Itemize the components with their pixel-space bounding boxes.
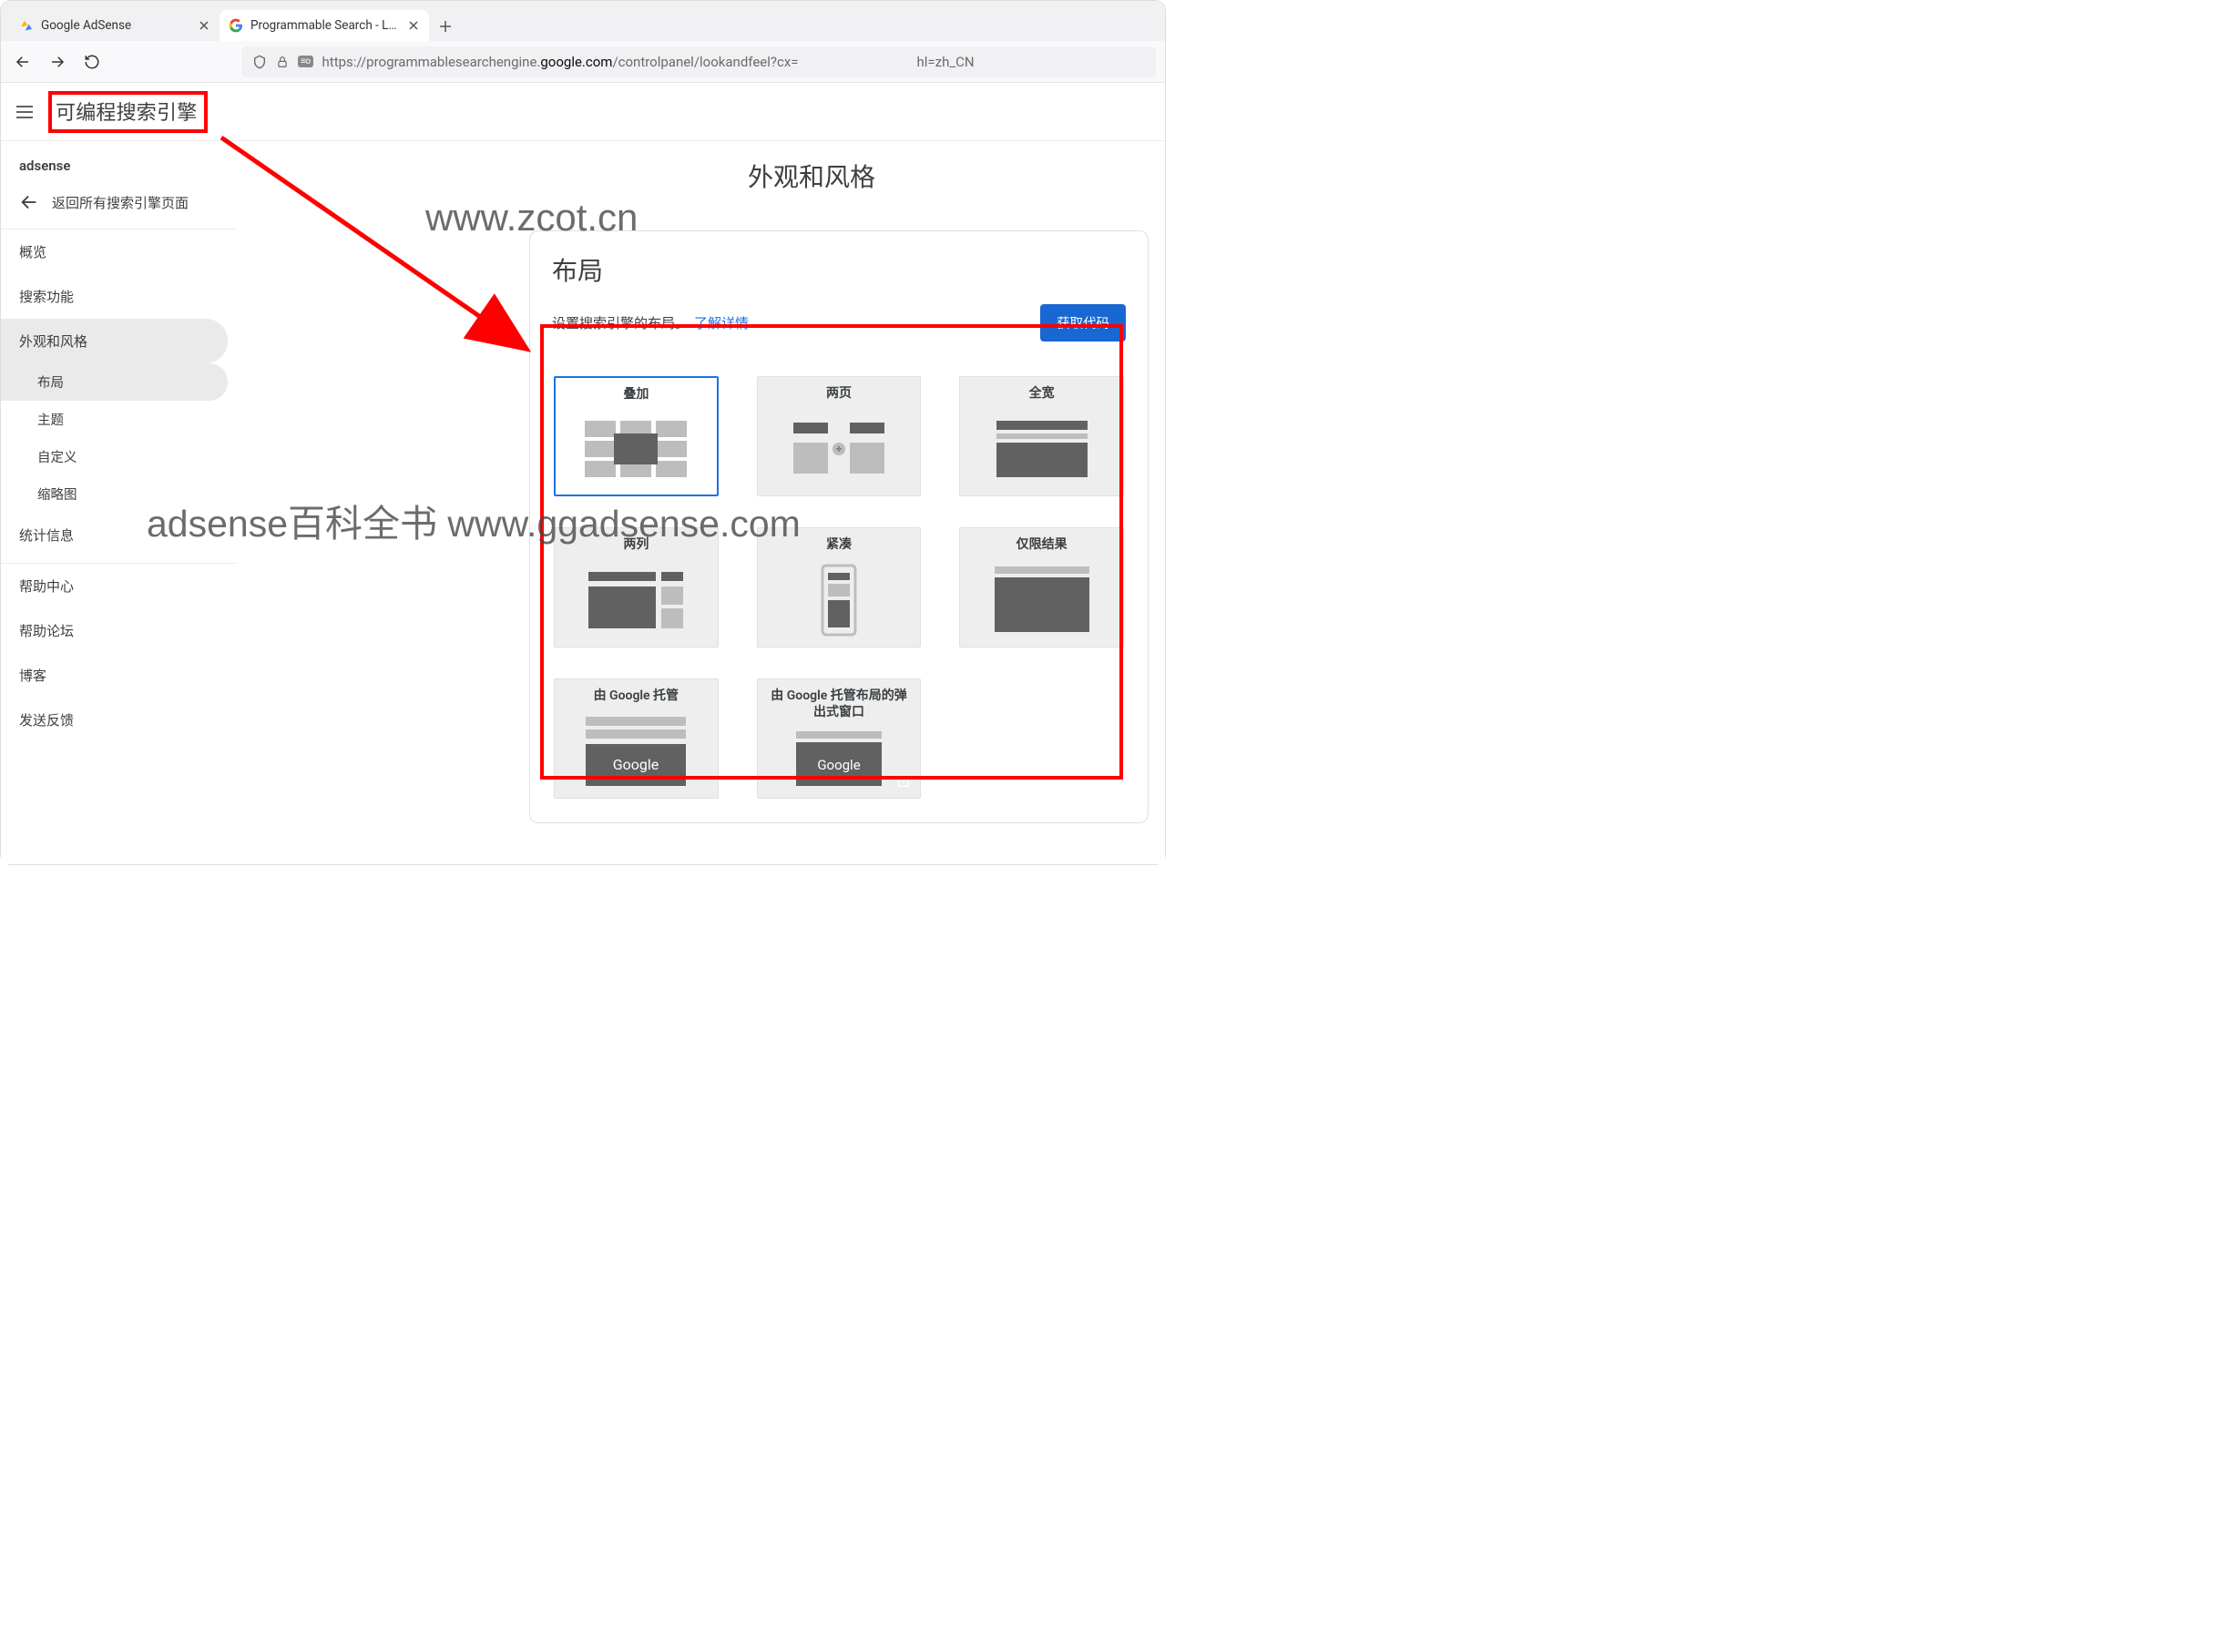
permission-badge-icon: ≡o	[298, 56, 313, 67]
layout-thumb-icon	[567, 411, 706, 488]
svg-text:Google: Google	[817, 757, 860, 773]
layout-option-compact[interactable]: 紧凑	[757, 527, 922, 648]
sidebar-item-help-forum[interactable]: 帮助论坛	[1, 608, 228, 653]
section-title: 布局	[552, 251, 1126, 288]
app-title: 可编程搜索引擎	[56, 102, 197, 125]
sidebar-sub-thumbnail[interactable]: 缩略图	[1, 475, 228, 513]
sidebar-sub-customize[interactable]: 自定义	[1, 438, 228, 475]
sidebar-item-blog[interactable]: 博客	[1, 653, 228, 698]
new-tab-button[interactable]	[433, 14, 458, 39]
section-description: 设置搜索引擎的布局。了解详情	[552, 313, 749, 332]
browser-toolbar: ≡o https://programmablesearchengine.goog…	[1, 41, 1165, 83]
layout-option-label: 两页	[826, 386, 852, 403]
layout-option-two-column[interactable]: 两列	[554, 527, 719, 648]
layout-option-label: 叠加	[623, 387, 649, 403]
get-code-button[interactable]: 获取代码	[1040, 304, 1126, 342]
layout-option-label: 紧凑	[826, 537, 852, 554]
sidebar-back-link[interactable]: 返回所有搜索引擎页面	[1, 183, 237, 229]
sidebar-item-help-center[interactable]: 帮助中心	[1, 564, 228, 608]
tab-close-icon[interactable]	[407, 19, 420, 32]
sidebar-item-search-features[interactable]: 搜索功能	[1, 274, 228, 319]
sidebar-item-stats[interactable]: 统计信息	[1, 513, 228, 557]
browser-tab-strip: Google AdSense Programmable Search - Loo	[1, 1, 1165, 41]
nav-reload-button[interactable]	[79, 49, 105, 75]
layout-option-label: 由 Google 托管布局的弹出式窗口	[769, 688, 910, 720]
popout-icon	[896, 774, 911, 789]
tab-title: Google AdSense	[41, 18, 190, 33]
sidebar-item-look-and-feel[interactable]: 外观和风格	[1, 319, 228, 363]
page-content-area: 可编程搜索引擎 adsense 返回所有搜索引擎页面 概览 搜索功能 外观和风格…	[1, 83, 1165, 864]
tab-title: Programmable Search - Loo	[250, 18, 400, 33]
shield-icon	[252, 55, 267, 69]
annotation-highlight-box: 可编程搜索引擎	[48, 91, 208, 133]
browser-tab-pse[interactable]: Programmable Search - Loo	[220, 10, 429, 41]
layout-thumb-icon: Google	[769, 728, 910, 790]
layout-option-label: 由 Google 托管	[594, 688, 679, 705]
sidebar-item-feedback[interactable]: 发送反馈	[1, 698, 228, 742]
app-header: 可编程搜索引擎	[1, 83, 1165, 141]
layout-thumb-icon	[566, 561, 707, 640]
url-bar[interactable]: ≡o https://programmablesearchengine.goog…	[241, 46, 1156, 77]
layout-option-two-page[interactable]: 两页	[757, 376, 922, 496]
sidebar: adsense 返回所有搜索引擎页面 概览 搜索功能 外观和风格 布局 主题 自…	[1, 141, 238, 864]
sidebar-sub-layout[interactable]: 布局	[1, 363, 228, 401]
layout-card-section: 布局 设置搜索引擎的布局。了解详情 获取代码 叠加	[529, 230, 1149, 823]
layout-thumb-icon	[769, 410, 910, 489]
learn-more-link[interactable]: 了解详情	[694, 315, 749, 331]
layout-option-overlay[interactable]: 叠加	[554, 376, 719, 496]
layout-thumb-icon: Google	[566, 712, 707, 791]
svg-text:Google: Google	[613, 756, 659, 773]
nav-forward-button[interactable]	[45, 49, 70, 75]
layout-option-label: 全宽	[1029, 386, 1055, 403]
layout-thumb-icon	[971, 410, 1112, 489]
layout-option-label: 仅限结果	[1017, 537, 1068, 554]
layout-thumb-icon	[971, 561, 1112, 640]
browser-tab-adsense[interactable]: Google AdSense	[10, 10, 220, 41]
main-panel: 外观和风格 布局 设置搜索引擎的布局。了解详情 获取代码 叠加	[238, 141, 1165, 864]
arrow-left-icon	[19, 192, 39, 212]
layout-option-google-hosted-popup[interactable]: 由 Google 托管布局的弹出式窗口 Google	[757, 678, 922, 799]
sidebar-item-overview[interactable]: 概览	[1, 229, 228, 274]
sidebar-back-label: 返回所有搜索引擎页面	[52, 193, 189, 212]
hamburger-menu-icon[interactable]	[14, 101, 36, 123]
tab-close-icon[interactable]	[198, 19, 210, 32]
nav-back-button[interactable]	[10, 49, 36, 75]
layout-option-full-width[interactable]: 全宽	[959, 376, 1124, 496]
google-favicon-icon	[229, 18, 243, 33]
sidebar-sub-theme[interactable]: 主题	[1, 401, 228, 438]
engine-name-label: adsense	[1, 150, 237, 183]
lock-icon	[276, 56, 289, 68]
layout-thumb-icon	[769, 561, 910, 640]
page-heading: 外观和风格	[238, 141, 1165, 203]
url-text: https://programmablesearchengine.google.…	[322, 54, 1145, 70]
layout-option-google-hosted[interactable]: 由 Google 托管 Google	[554, 678, 719, 799]
layout-options-grid: 叠加 两页	[552, 372, 1126, 802]
adsense-favicon-icon	[19, 18, 34, 33]
layout-option-results-only[interactable]: 仅限结果	[959, 527, 1124, 648]
layout-option-label: 两列	[623, 537, 649, 554]
